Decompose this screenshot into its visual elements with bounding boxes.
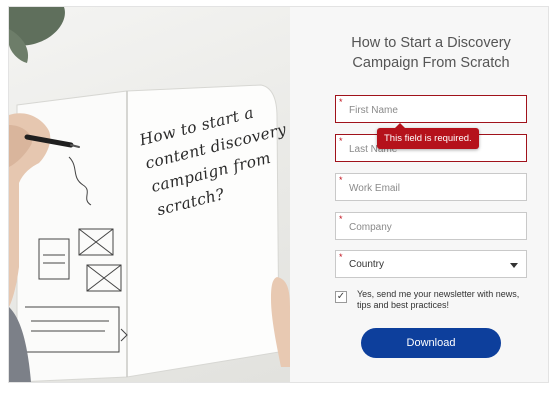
chevron-down-icon xyxy=(510,263,518,268)
country-select[interactable]: * Country xyxy=(335,250,527,278)
first-name-input[interactable] xyxy=(336,96,526,122)
company-input[interactable] xyxy=(336,213,526,239)
work-email-field: * xyxy=(335,173,527,201)
work-email-input[interactable] xyxy=(336,174,526,200)
error-tooltip: This field is required. xyxy=(377,123,479,149)
right-hand xyxy=(271,277,290,367)
download-card: How to start a content discovery campaig… xyxy=(8,6,549,383)
newsletter-checkbox[interactable]: ✓ xyxy=(335,291,347,303)
required-asterisk: * xyxy=(339,252,343,262)
hero-illustration: How to start a content discovery campaig… xyxy=(9,7,290,382)
first-name-field: * xyxy=(335,95,527,123)
newsletter-optin-label[interactable]: Yes, send me your newsletter with news, … xyxy=(357,289,532,311)
form-title: How to Start a Discovery Campaign From S… xyxy=(351,35,511,71)
signup-form-panel: How to Start a Discovery Campaign From S… xyxy=(290,7,548,382)
download-button[interactable]: Download xyxy=(361,328,501,358)
country-select-value: Country xyxy=(349,259,385,270)
company-field: * xyxy=(335,212,527,240)
